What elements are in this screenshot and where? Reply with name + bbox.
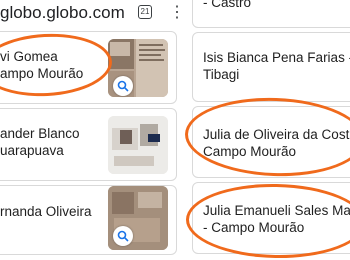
- zoom-button[interactable]: [113, 76, 133, 96]
- candidate-name: rnanda Oliveira: [0, 204, 92, 219]
- candidate-city: Tibagi: [203, 67, 240, 82]
- more-vert-icon[interactable]: ⋮: [169, 2, 185, 22]
- candidate-city: uarapuava: [0, 143, 64, 158]
- search-icon: [117, 80, 129, 92]
- zoom-button[interactable]: [113, 226, 133, 246]
- candidate-name: ander Blanco: [0, 126, 80, 141]
- candidate-photo[interactable]: [108, 116, 168, 174]
- photo-collage: [108, 116, 168, 174]
- url-text[interactable]: globo.globo.com: [0, 3, 125, 23]
- search-icon: [117, 230, 129, 242]
- candidate-city: - Castro: [203, 0, 252, 10]
- candidate-name: Isis Bianca Pena Farias -: [203, 50, 350, 65]
- tabs-counter-icon[interactable]: 21: [138, 5, 152, 19]
